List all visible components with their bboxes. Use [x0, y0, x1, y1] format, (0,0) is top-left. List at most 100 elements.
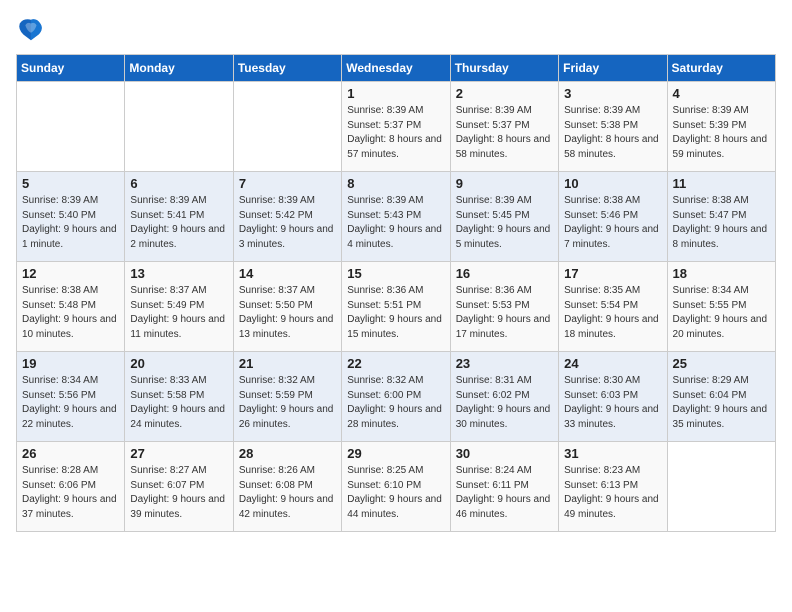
day-number: 8: [347, 176, 444, 191]
day-cell: 17 Sunrise: 8:35 AM Sunset: 5:54 PM Dayli…: [559, 262, 667, 352]
day-info: Sunrise: 8:29 AM Sunset: 6:04 PM Dayligh…: [673, 374, 770, 432]
day-info: Sunrise: 8:31 AM Sunset: 6:02 PM Dayligh…: [456, 374, 553, 432]
calendar-body: 1 Sunrise: 8:39 AM Sunset: 5:37 PM Daylig…: [17, 82, 776, 532]
day-cell: 13 Sunrise: 8:37 AM Sunset: 5:49 PM Dayli…: [125, 262, 233, 352]
day-cell: 29 Sunrise: 8:25 AM Sunset: 6:10 PM Dayli…: [342, 442, 450, 532]
day-info: Sunrise: 8:28 AM Sunset: 6:06 PM Dayligh…: [22, 464, 119, 522]
day-cell: 26 Sunrise: 8:28 AM Sunset: 6:06 PM Dayli…: [17, 442, 125, 532]
day-number: 23: [456, 356, 553, 371]
day-cell: 2Sunrise: 8:39 AM Sunset: 5:37 PM Daylig…: [450, 82, 558, 172]
day-cell: 20Sunrise: 8:33 AM Sunset: 5:58 PM Dayli…: [125, 352, 233, 442]
day-info: Sunrise: 8:34 AM Sunset: 5:56 PM Dayligh…: [22, 374, 119, 432]
day-info: Sunrise: 8:38 AM Sunset: 5:46 PM Dayligh…: [564, 194, 661, 252]
week-row-3: 19Sunrise: 8:34 AM Sunset: 5:56 PM Dayli…: [17, 352, 776, 442]
day-cell: 6 Sunrise: 8:39 AM Sunset: 5:41 PM Daylig…: [125, 172, 233, 262]
day-cell: 18 Sunrise: 8:34 AM Sunset: 5:55 PM Dayli…: [667, 262, 775, 352]
day-cell: 3 Sunrise: 8:39 AM Sunset: 5:38 PM Daylig…: [559, 82, 667, 172]
day-number: 13: [130, 266, 227, 281]
header-row: SundayMondayTuesdayWednesdayThursdayFrid…: [17, 55, 776, 82]
day-number: 28: [239, 446, 336, 461]
day-info: Sunrise: 8:39 AM Sunset: 5:38 PM Dayligh…: [564, 104, 661, 162]
day-info: Sunrise: 8:25 AM Sunset: 6:10 PM Dayligh…: [347, 464, 444, 522]
header-friday: Friday: [559, 55, 667, 82]
day-cell: [17, 82, 125, 172]
day-cell: 15 Sunrise: 8:36 AM Sunset: 5:51 PM Dayli…: [342, 262, 450, 352]
day-number: 29: [347, 446, 444, 461]
header-thursday: Thursday: [450, 55, 558, 82]
day-number: 6: [130, 176, 227, 191]
day-number: 25: [673, 356, 770, 371]
day-number: 1: [347, 86, 444, 101]
day-number: 27: [130, 446, 227, 461]
day-cell: 9Sunrise: 8:39 AM Sunset: 5:45 PM Daylig…: [450, 172, 558, 262]
day-info: Sunrise: 8:30 AM Sunset: 6:03 PM Dayligh…: [564, 374, 661, 432]
day-info: Sunrise: 8:38 AM Sunset: 5:48 PM Dayligh…: [22, 284, 119, 342]
day-info: Sunrise: 8:36 AM Sunset: 5:51 PM Dayligh…: [347, 284, 444, 342]
day-info: Sunrise: 8:32 AM Sunset: 6:00 PM Dayligh…: [347, 374, 444, 432]
day-cell: 19Sunrise: 8:34 AM Sunset: 5:56 PM Dayli…: [17, 352, 125, 442]
day-cell: 16Sunrise: 8:36 AM Sunset: 5:53 PM Dayli…: [450, 262, 558, 352]
day-info: Sunrise: 8:39 AM Sunset: 5:43 PM Dayligh…: [347, 194, 444, 252]
day-info: Sunrise: 8:39 AM Sunset: 5:42 PM Dayligh…: [239, 194, 336, 252]
day-info: Sunrise: 8:39 AM Sunset: 5:40 PM Dayligh…: [22, 194, 119, 252]
day-cell: 30 Sunrise: 8:24 AM Sunset: 6:11 PM Dayli…: [450, 442, 558, 532]
day-cell: 10 Sunrise: 8:38 AM Sunset: 5:46 PM Dayli…: [559, 172, 667, 262]
header-saturday: Saturday: [667, 55, 775, 82]
day-cell: 14Sunrise: 8:37 AM Sunset: 5:50 PM Dayli…: [233, 262, 341, 352]
day-cell: 28 Sunrise: 8:26 AM Sunset: 6:08 PM Dayli…: [233, 442, 341, 532]
day-number: 22: [347, 356, 444, 371]
day-cell: [125, 82, 233, 172]
day-number: 7: [239, 176, 336, 191]
day-number: 5: [22, 176, 119, 191]
day-info: Sunrise: 8:24 AM Sunset: 6:11 PM Dayligh…: [456, 464, 553, 522]
calendar-header: SundayMondayTuesdayWednesdayThursdayFrid…: [17, 55, 776, 82]
logo-icon: [16, 16, 44, 44]
day-cell: 21 Sunrise: 8:32 AM Sunset: 5:59 PM Dayli…: [233, 352, 341, 442]
day-cell: 12Sunrise: 8:38 AM Sunset: 5:48 PM Dayli…: [17, 262, 125, 352]
calendar-table: SundayMondayTuesdayWednesdayThursdayFrid…: [16, 54, 776, 532]
day-number: 26: [22, 446, 119, 461]
day-number: 30: [456, 446, 553, 461]
day-info: Sunrise: 8:26 AM Sunset: 6:08 PM Dayligh…: [239, 464, 336, 522]
day-number: 10: [564, 176, 661, 191]
day-cell: 4 Sunrise: 8:39 AM Sunset: 5:39 PM Daylig…: [667, 82, 775, 172]
day-info: Sunrise: 8:34 AM Sunset: 5:55 PM Dayligh…: [673, 284, 770, 342]
day-info: Sunrise: 8:39 AM Sunset: 5:41 PM Dayligh…: [130, 194, 227, 252]
day-number: 18: [673, 266, 770, 281]
day-cell: [233, 82, 341, 172]
day-info: Sunrise: 8:23 AM Sunset: 6:13 PM Dayligh…: [564, 464, 661, 522]
day-cell: 25 Sunrise: 8:29 AM Sunset: 6:04 PM Dayli…: [667, 352, 775, 442]
week-row-0: 1 Sunrise: 8:39 AM Sunset: 5:37 PM Daylig…: [17, 82, 776, 172]
day-number: 2: [456, 86, 553, 101]
week-row-1: 5 Sunrise: 8:39 AM Sunset: 5:40 PM Daylig…: [17, 172, 776, 262]
day-info: Sunrise: 8:27 AM Sunset: 6:07 PM Dayligh…: [130, 464, 227, 522]
day-cell: 8 Sunrise: 8:39 AM Sunset: 5:43 PM Daylig…: [342, 172, 450, 262]
day-info: Sunrise: 8:39 AM Sunset: 5:37 PM Dayligh…: [347, 104, 444, 162]
day-cell: 31 Sunrise: 8:23 AM Sunset: 6:13 PM Dayli…: [559, 442, 667, 532]
day-number: 3: [564, 86, 661, 101]
header-tuesday: Tuesday: [233, 55, 341, 82]
day-info: Sunrise: 8:32 AM Sunset: 5:59 PM Dayligh…: [239, 374, 336, 432]
day-info: Sunrise: 8:35 AM Sunset: 5:54 PM Dayligh…: [564, 284, 661, 342]
logo: [16, 16, 46, 44]
day-number: 21: [239, 356, 336, 371]
day-info: Sunrise: 8:39 AM Sunset: 5:45 PM Dayligh…: [456, 194, 553, 252]
header-sunday: Sunday: [17, 55, 125, 82]
day-cell: 7 Sunrise: 8:39 AM Sunset: 5:42 PM Daylig…: [233, 172, 341, 262]
day-number: 17: [564, 266, 661, 281]
day-info: Sunrise: 8:36 AM Sunset: 5:53 PM Dayligh…: [456, 284, 553, 342]
day-number: 31: [564, 446, 661, 461]
day-number: 15: [347, 266, 444, 281]
day-cell: 1 Sunrise: 8:39 AM Sunset: 5:37 PM Daylig…: [342, 82, 450, 172]
day-number: 24: [564, 356, 661, 371]
header-monday: Monday: [125, 55, 233, 82]
day-info: Sunrise: 8:38 AM Sunset: 5:47 PM Dayligh…: [673, 194, 770, 252]
day-info: Sunrise: 8:37 AM Sunset: 5:49 PM Dayligh…: [130, 284, 227, 342]
day-cell: 23 Sunrise: 8:31 AM Sunset: 6:02 PM Dayli…: [450, 352, 558, 442]
day-number: 4: [673, 86, 770, 101]
day-info: Sunrise: 8:39 AM Sunset: 5:39 PM Dayligh…: [673, 104, 770, 162]
day-cell: [667, 442, 775, 532]
day-number: 14: [239, 266, 336, 281]
day-cell: 27 Sunrise: 8:27 AM Sunset: 6:07 PM Dayli…: [125, 442, 233, 532]
day-number: 11: [673, 176, 770, 191]
